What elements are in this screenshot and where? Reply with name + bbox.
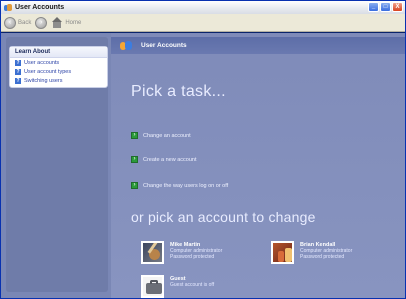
learn-about-panel: Learn About ? User accounts ? User accou… — [9, 46, 108, 88]
task-label: Create a new account — [143, 156, 197, 163]
account-text: Guest Guest account is off — [170, 275, 214, 298]
pick-task-heading: Pick a task... — [131, 83, 226, 100]
task-label: Change the way users log on or off — [143, 182, 229, 189]
account-status: Password protected — [300, 253, 345, 260]
green-arrow-icon: › — [131, 182, 138, 189]
home-label: Home — [65, 19, 82, 26]
green-arrow-icon: › — [131, 156, 138, 163]
learn-about-heading: Learn About — [10, 47, 107, 58]
main-header-title: User Accounts — [141, 42, 187, 49]
main-header: User Accounts — [111, 37, 405, 54]
account-text: Brian Kendall Computer administrator Pas… — [300, 241, 352, 264]
help-icon: ? — [15, 68, 21, 75]
chess-picture — [271, 241, 294, 264]
back-arrow-icon: ‹ — [4, 16, 16, 29]
green-arrow-icon: › — [131, 132, 138, 139]
account-guest[interactable]: Guest Guest account is off — [141, 275, 214, 298]
window-controls: _ □ X — [368, 2, 403, 12]
learn-item-label: User accounts — [24, 59, 60, 66]
account-brian-kendall[interactable]: Brian Kendall Computer administrator Pas… — [271, 241, 352, 264]
home-icon — [51, 16, 63, 29]
maximize-button[interactable]: □ — [380, 2, 391, 12]
home-button[interactable]: Home — [51, 16, 82, 29]
back-button[interactable]: ‹ Back — [4, 16, 32, 29]
account-status: Password protected — [170, 253, 215, 260]
window-title: User Accounts — [15, 4, 65, 11]
help-icon: ? — [15, 59, 21, 66]
title-bar[interactable]: User Accounts _ □ X — [1, 1, 405, 14]
content-area: Learn About ? User accounts ? User accou… — [1, 33, 405, 298]
forward-button[interactable]: › — [35, 16, 48, 29]
learn-item-label: User account types — [24, 68, 72, 75]
learn-item-label: Switching users — [24, 77, 63, 84]
pick-account-heading: or pick an account to change — [131, 209, 316, 225]
learn-item-user-account-types[interactable]: ? User account types — [10, 67, 107, 76]
forward-arrow-icon: › — [35, 16, 48, 29]
users-icon — [120, 40, 133, 51]
task-create-account[interactable]: › Create a new account — [131, 156, 197, 163]
learn-item-switching-users[interactable]: ? Switching users — [10, 76, 107, 85]
left-pane: Learn About ? User accounts ? User accou… — [6, 37, 108, 292]
help-icon: ? — [15, 77, 21, 84]
task-change-logon[interactable]: › Change the way users log on or off — [131, 182, 228, 189]
account-text: Mike Martin Computer administrator Passw… — [170, 241, 222, 264]
toolbar: ‹ Back › Home — [1, 14, 405, 32]
user-accounts-icon — [4, 3, 12, 12]
task-label: Change an account — [143, 132, 191, 139]
main-pane: User Accounts Pick a task... › Change an… — [111, 33, 405, 298]
close-button[interactable]: X — [392, 2, 403, 12]
task-change-account[interactable]: › Change an account — [131, 132, 191, 139]
briefcase-picture — [141, 275, 164, 298]
account-mike-martin[interactable]: Mike Martin Computer administrator Passw… — [141, 241, 222, 264]
account-status: Guest account is off — [170, 282, 215, 288]
learn-item-user-accounts[interactable]: ? User accounts — [10, 58, 107, 67]
guitar-picture — [141, 241, 164, 264]
user-accounts-window: User Accounts _ □ X ‹ Back › Home Learn … — [0, 0, 406, 299]
minimize-button[interactable]: _ — [368, 2, 379, 12]
back-label: Back — [18, 19, 32, 26]
